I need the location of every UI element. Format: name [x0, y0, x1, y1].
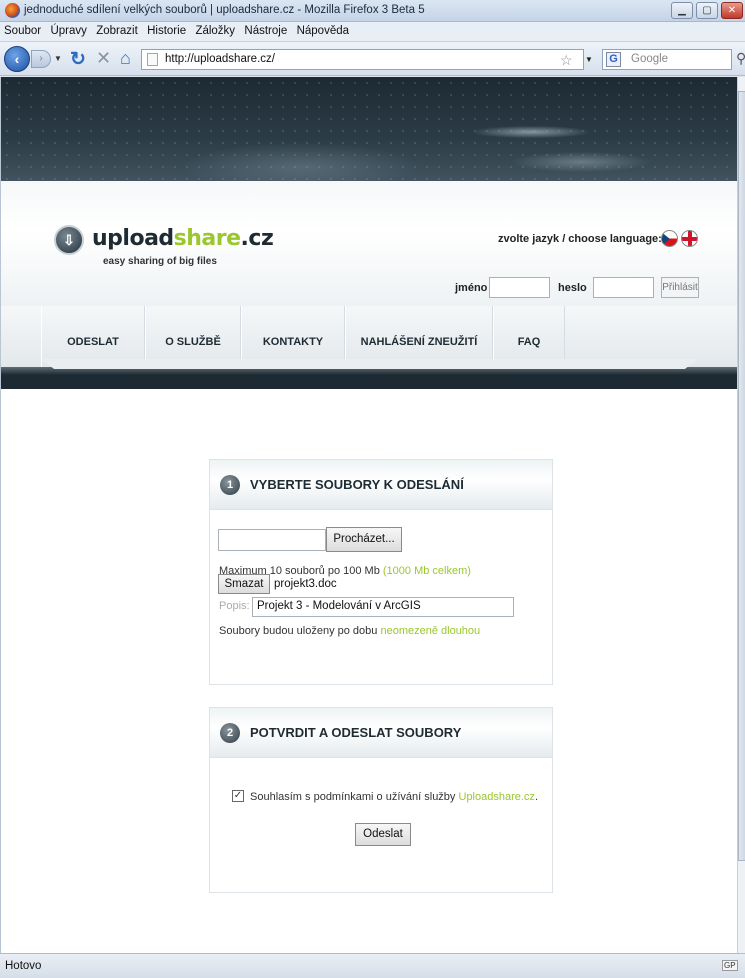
vertical-scrollbar[interactable]: [737, 77, 745, 953]
search-magnifier-icon[interactable]: ⚲: [736, 50, 745, 67]
address-bar[interactable]: http://uploadshare.cz/: [141, 49, 584, 70]
nav-bottom-bar: [1, 367, 737, 389]
password-input[interactable]: [593, 277, 654, 298]
status-bar: Hotovo GP: [0, 953, 745, 978]
maximize-button[interactable]: ▢: [696, 2, 718, 19]
terms-text: Souhlasím s podmínkami o užívání služby …: [250, 791, 538, 803]
czech-flag-icon[interactable]: [661, 230, 678, 247]
page-icon: [147, 53, 158, 66]
search-placeholder: Google: [631, 53, 669, 65]
window-title: jednoduché sdílení velkých souborů | upl…: [24, 4, 425, 16]
english-flag-icon[interactable]: [681, 230, 698, 247]
file-path-input[interactable]: [218, 529, 326, 551]
menu-zalozky[interactable]: Záložky: [195, 25, 235, 37]
navigation-toolbar: ‹ › ▼ ↻ ✕ ⌂ http://uploadshare.cz/ ☆ ▼ G…: [0, 42, 745, 76]
description-input[interactable]: Projekt 3 - Modelování v ArcGIS: [252, 597, 514, 617]
site-logo[interactable]: uploadshare.cz: [92, 226, 274, 251]
menu-nastroje[interactable]: Nástroje: [244, 25, 287, 37]
description-label: Popis:: [219, 600, 250, 612]
firefox-icon: [5, 3, 20, 18]
url-dropdown-icon[interactable]: ▼: [585, 55, 593, 64]
terms-link[interactable]: Uploadshare.cz: [459, 791, 535, 803]
scrollbar-thumb[interactable]: [738, 91, 745, 861]
login-button[interactable]: Přihlásit: [661, 277, 699, 298]
browse-button[interactable]: Procházet...: [326, 527, 402, 552]
site-tagline: easy sharing of big files: [103, 256, 217, 267]
upload-panel-header: 1 VYBERTE SOUBORY K ODESLÁNÍ: [210, 460, 552, 510]
step-1-icon: 1: [220, 475, 240, 495]
selected-file-name: projekt3.doc: [274, 578, 337, 590]
back-arrow-icon[interactable]: ‹: [4, 46, 30, 72]
reload-icon[interactable]: ↻: [70, 48, 86, 71]
storage-text: Soubory budou uloženy po dobu neomezeně …: [219, 625, 480, 637]
submit-panel-header: 2 POTVRDIT A ODESLAT SOUBORY: [210, 708, 552, 758]
menu-upravy[interactable]: Úpravy: [50, 25, 86, 37]
terms-end: .: [534, 791, 538, 803]
minimize-button[interactable]: ▁: [671, 2, 693, 19]
home-icon[interactable]: ⌂: [120, 48, 131, 69]
menu-soubor[interactable]: Soubor: [4, 25, 41, 37]
storage-label: Soubory budou uloženy po dobu: [219, 625, 378, 637]
password-label: heslo: [558, 282, 587, 294]
limit-total: (1000 Mb celkem): [382, 565, 471, 577]
header-banner: [1, 77, 737, 181]
page-viewport: ⇩ uploadshare.cz easy sharing of big fil…: [0, 77, 737, 953]
stop-icon[interactable]: ✕: [96, 48, 111, 69]
status-addon-icon[interactable]: GP: [722, 960, 738, 971]
menu-zobrazit[interactable]: Zobrazit: [96, 25, 138, 37]
google-icon[interactable]: G: [606, 52, 621, 67]
username-input[interactable]: [489, 277, 550, 298]
close-button[interactable]: ✕: [721, 2, 743, 19]
url-text: http://uploadshare.cz/: [165, 53, 275, 65]
nav-divider: [41, 359, 698, 369]
logo-download-icon: ⇩: [54, 225, 84, 255]
step-2-icon: 2: [220, 723, 240, 743]
terms-label: Souhlasím s podmínkami o užívání služby: [250, 791, 456, 803]
browser-window: jednoduché sdílení velkých souborů | upl…: [0, 0, 745, 978]
upload-panel-title: VYBERTE SOUBORY K ODESLÁNÍ: [250, 477, 464, 492]
submit-panel-title: POTVRDIT A ODESLAT SOUBORY: [250, 725, 462, 740]
history-dropdown-icon[interactable]: ▼: [54, 54, 62, 63]
menu-bar: Soubor Úpravy Zobrazit Historie Záložky …: [0, 22, 745, 42]
remove-file-button[interactable]: Smazat: [218, 574, 270, 594]
status-text: Hotovo: [5, 960, 42, 972]
bookmark-star-icon[interactable]: ☆: [560, 52, 573, 69]
logo-part-share: share: [173, 226, 241, 251]
submit-button[interactable]: Odeslat: [355, 823, 411, 846]
submit-panel: 2 POTVRDIT A ODESLAT SOUBORY ✓ Souhlasím…: [209, 707, 553, 893]
title-bar: jednoduché sdílení velkých souborů | upl…: [0, 0, 745, 22]
logo-part-upload: upload: [92, 226, 174, 251]
logo-part-cz: .cz: [240, 226, 274, 251]
search-bar[interactable]: G Google: [602, 49, 732, 70]
language-label: zvolte jazyk / choose language:: [498, 233, 662, 245]
terms-checkbox[interactable]: ✓: [232, 790, 244, 802]
banner-pattern: [1, 77, 737, 181]
storage-duration: neomezeně dlouhou: [380, 625, 481, 637]
upload-panel: 1 VYBERTE SOUBORY K ODESLÁNÍ Procházet..…: [209, 459, 553, 685]
menu-historie[interactable]: Historie: [147, 25, 186, 37]
menu-napoveda[interactable]: Nápověda: [297, 25, 349, 37]
username-label: jméno: [455, 282, 488, 294]
forward-arrow-icon[interactable]: ›: [31, 50, 51, 68]
